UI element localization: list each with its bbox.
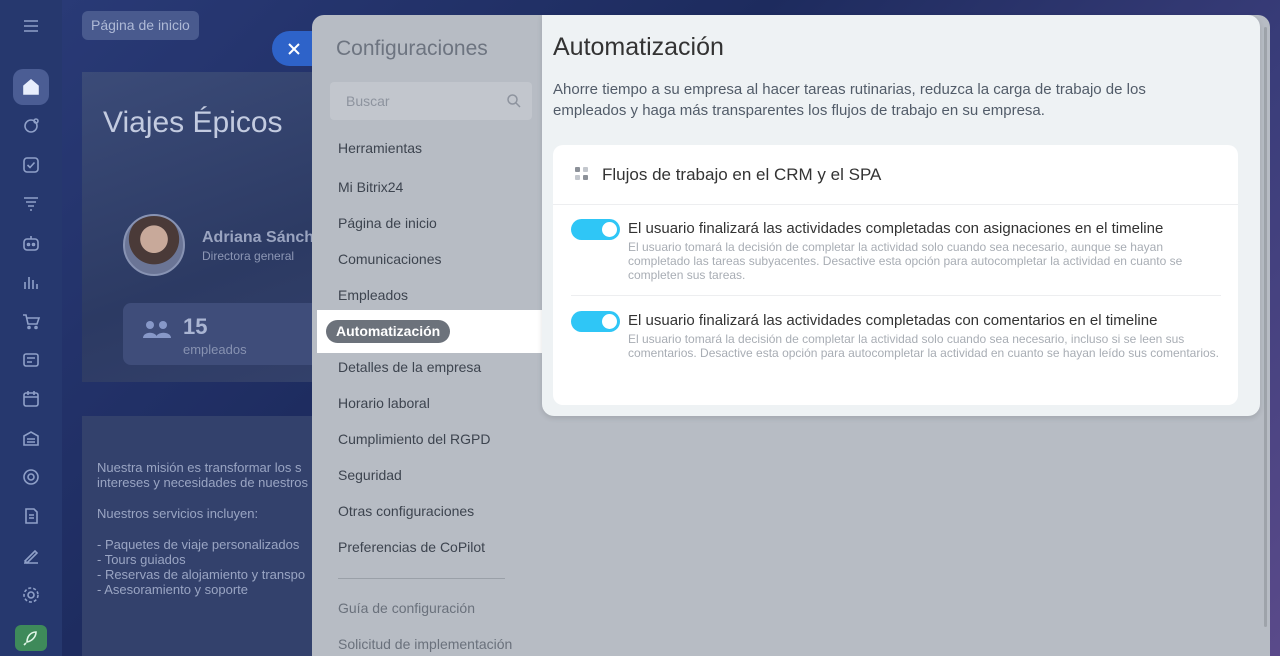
- tasks-icon[interactable]: [13, 147, 49, 183]
- goals-icon[interactable]: [13, 459, 49, 495]
- home-icon[interactable]: [13, 69, 49, 105]
- person-role: Directora general: [202, 249, 295, 263]
- page-description: Ahorre tiempo a su empresa al hacer tare…: [553, 81, 1146, 119]
- mission-line: - Asesoramiento y soporte: [97, 582, 249, 597]
- employee-count: 15: [183, 314, 208, 339]
- analytics-icon[interactable]: [13, 264, 49, 300]
- nav-item-mi-bitrix24[interactable]: Mi Bitrix24: [338, 179, 403, 195]
- mission-line: intereses y necesidades de nuestros: [97, 475, 309, 490]
- workflow-settings-card: Flujos de trabajo en el CRM y el SPA El …: [553, 145, 1238, 405]
- automation-panel: Automatización Ahorre tiempo a su empres…: [542, 15, 1260, 416]
- rocket-icon[interactable]: [15, 625, 47, 651]
- mission-line: Nuestra misión es transformar los s: [97, 460, 302, 475]
- settings-nav: Configuraciones Herramientas Mi Bitrix24…: [312, 15, 543, 656]
- scrollbar[interactable]: [1264, 27, 1267, 627]
- nav-item-empleados[interactable]: Empleados: [338, 287, 408, 303]
- settings-search: [330, 82, 532, 120]
- settings-title: Configuraciones: [336, 37, 488, 60]
- mission-line: - Reservas de alojamiento y transpo: [97, 567, 306, 582]
- nav-item-detalles-empresa[interactable]: Detalles de la empresa: [338, 359, 481, 375]
- option-hint: El usuario tomará la decisión de complet…: [628, 332, 1219, 360]
- toggle-knob: [602, 222, 617, 237]
- copilot-icon[interactable]: [13, 225, 49, 261]
- option-hint: El usuario tomará la decisión de complet…: [628, 240, 1183, 282]
- avatar: [123, 214, 185, 276]
- person-name: Adriana Sánch: [202, 229, 315, 246]
- employee-label: empleados: [183, 342, 247, 357]
- option-comments: El usuario finalizará las actividades co…: [571, 295, 1221, 395]
- crm-funnel-icon[interactable]: [13, 186, 49, 222]
- grid-icon: [575, 167, 588, 180]
- nav-item-automatizacion[interactable]: Automatización: [326, 320, 451, 343]
- option-label: El usuario finalizará las actividades co…: [628, 220, 1164, 237]
- close-slider-button[interactable]: [272, 31, 312, 66]
- nav-item-herramientas[interactable]: Herramientas: [338, 140, 422, 156]
- toggle-assignments[interactable]: [571, 219, 620, 240]
- nav-divider: [338, 578, 505, 579]
- nav-item-pagina-de-inicio[interactable]: Página de inicio: [338, 215, 437, 231]
- option-assignments: El usuario finalizará las actividades co…: [571, 205, 1221, 295]
- close-icon: [288, 42, 300, 55]
- toggle-comments[interactable]: [571, 311, 620, 332]
- nav-item-horario-laboral[interactable]: Horario laboral: [338, 395, 430, 411]
- inventory-icon[interactable]: [13, 420, 49, 456]
- calendar-icon[interactable]: [13, 381, 49, 417]
- cart-icon[interactable]: [13, 303, 49, 339]
- nav-item-otras-configuraciones[interactable]: Otras configuraciones: [338, 503, 474, 519]
- menu-icon[interactable]: [13, 8, 49, 44]
- option-label: El usuario finalizará las actividades co…: [628, 312, 1158, 329]
- feed-icon[interactable]: [13, 108, 49, 144]
- card-header: Flujos de trabajo en el CRM y el SPA: [553, 145, 1238, 205]
- company-title: Viajes Épicos: [103, 106, 283, 139]
- search-input[interactable]: [330, 82, 532, 120]
- nav-item-seguridad[interactable]: Seguridad: [338, 467, 402, 483]
- documents-icon[interactable]: [13, 498, 49, 534]
- nav-item-preferencias-copilot[interactable]: Preferencias de CoPilot: [338, 539, 485, 555]
- search-icon: [507, 94, 521, 108]
- nav-item-comunicaciones[interactable]: Comunicaciones: [338, 251, 442, 267]
- link-solicitud-implementacion[interactable]: Solicitud de implementación: [338, 636, 512, 652]
- mission-line: - Tours guiados: [97, 552, 186, 567]
- sign-icon[interactable]: [13, 537, 49, 573]
- home-page-chip[interactable]: Página de inicio: [82, 11, 199, 40]
- app-sidebar: [0, 0, 62, 656]
- toggle-knob: [602, 314, 617, 329]
- contact-center-icon[interactable]: [13, 342, 49, 378]
- mission-line: - Paquetes de viaje personalizados: [97, 537, 300, 552]
- page-title: Automatización: [553, 33, 724, 61]
- mission-line: Nuestros servicios incluyen:: [97, 506, 259, 521]
- section-title: Flujos de trabajo en el CRM y el SPA: [602, 165, 882, 184]
- settings-gear-icon[interactable]: [13, 577, 49, 613]
- link-guia-configuracion[interactable]: Guía de configuración: [338, 600, 475, 616]
- users-icon: [143, 321, 171, 338]
- nav-item-rgpd[interactable]: Cumplimiento del RGPD: [338, 431, 491, 447]
